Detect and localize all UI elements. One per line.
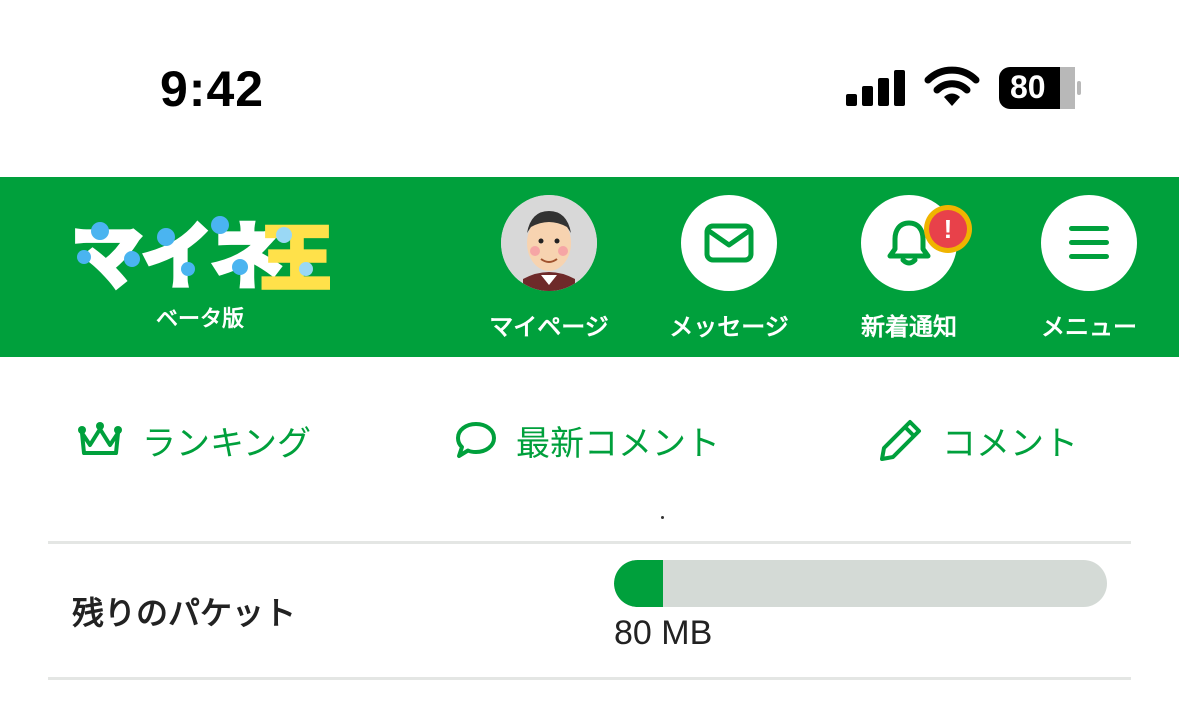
nav-menu[interactable]: メニュー (1014, 195, 1164, 345)
notification-badge: ! (924, 205, 972, 253)
nav-label-mypage: マイページ (489, 313, 609, 341)
battery-icon: 80 (998, 66, 1082, 110)
subnav-comment[interactable]: コメント (878, 415, 1078, 465)
subnav-label-comment: コメント (942, 423, 1078, 464)
crown-icon (78, 422, 122, 455)
sub-navigation: ランキング 最新コメント コメント (48, 357, 1131, 542)
nav-label-menu: メニュー (1041, 313, 1137, 341)
nav-messages[interactable]: メッセージ (654, 195, 804, 345)
packet-value: 80 MB (614, 614, 713, 652)
status-bar: 9:42 80 (0, 0, 1179, 177)
subnav-latest-comments[interactable]: 最新コメント (454, 415, 720, 465)
packet-progress-bar (614, 560, 1107, 607)
pencil-icon (880, 420, 921, 461)
clock: 9:42 (160, 61, 265, 117)
svg-text:王: 王 (262, 218, 330, 297)
hamburger-icon[interactable] (1041, 195, 1137, 291)
avatar[interactable] (501, 195, 597, 291)
nav-mypage[interactable]: マイページ (474, 195, 624, 345)
nav-notifications[interactable]: ! 新着通知 (834, 195, 984, 345)
battery-level: 80 (1010, 69, 1046, 105)
subnav-label-latest-comments: 最新コメント (516, 423, 720, 464)
subnav-label-ranking: ランキング (142, 423, 311, 464)
logo[interactable]: マイネ 王 (69, 207, 335, 303)
app-header: マイネ 王 ベータ版 マイページ メッセージ ! 新着通知 メニュー (0, 177, 1179, 357)
subnav-ranking[interactable]: ランキング (76, 415, 311, 465)
wifi-icon (924, 66, 980, 106)
nav-label-notifications: 新着通知 (861, 313, 957, 341)
divider-top (48, 541, 1131, 544)
dot (661, 516, 664, 519)
logo-subtitle: ベータ版 (155, 307, 244, 332)
speech-bubble-icon (456, 422, 496, 458)
divider-bottom (48, 677, 1131, 680)
logo-image: マイネ 王 (69, 213, 335, 303)
packet-progress-fill (614, 560, 664, 607)
signal-icon (846, 70, 905, 106)
packet-label: 残りのパケット (72, 594, 297, 632)
mail-icon[interactable] (681, 195, 777, 291)
nav-label-messages: メッセージ (669, 313, 789, 341)
